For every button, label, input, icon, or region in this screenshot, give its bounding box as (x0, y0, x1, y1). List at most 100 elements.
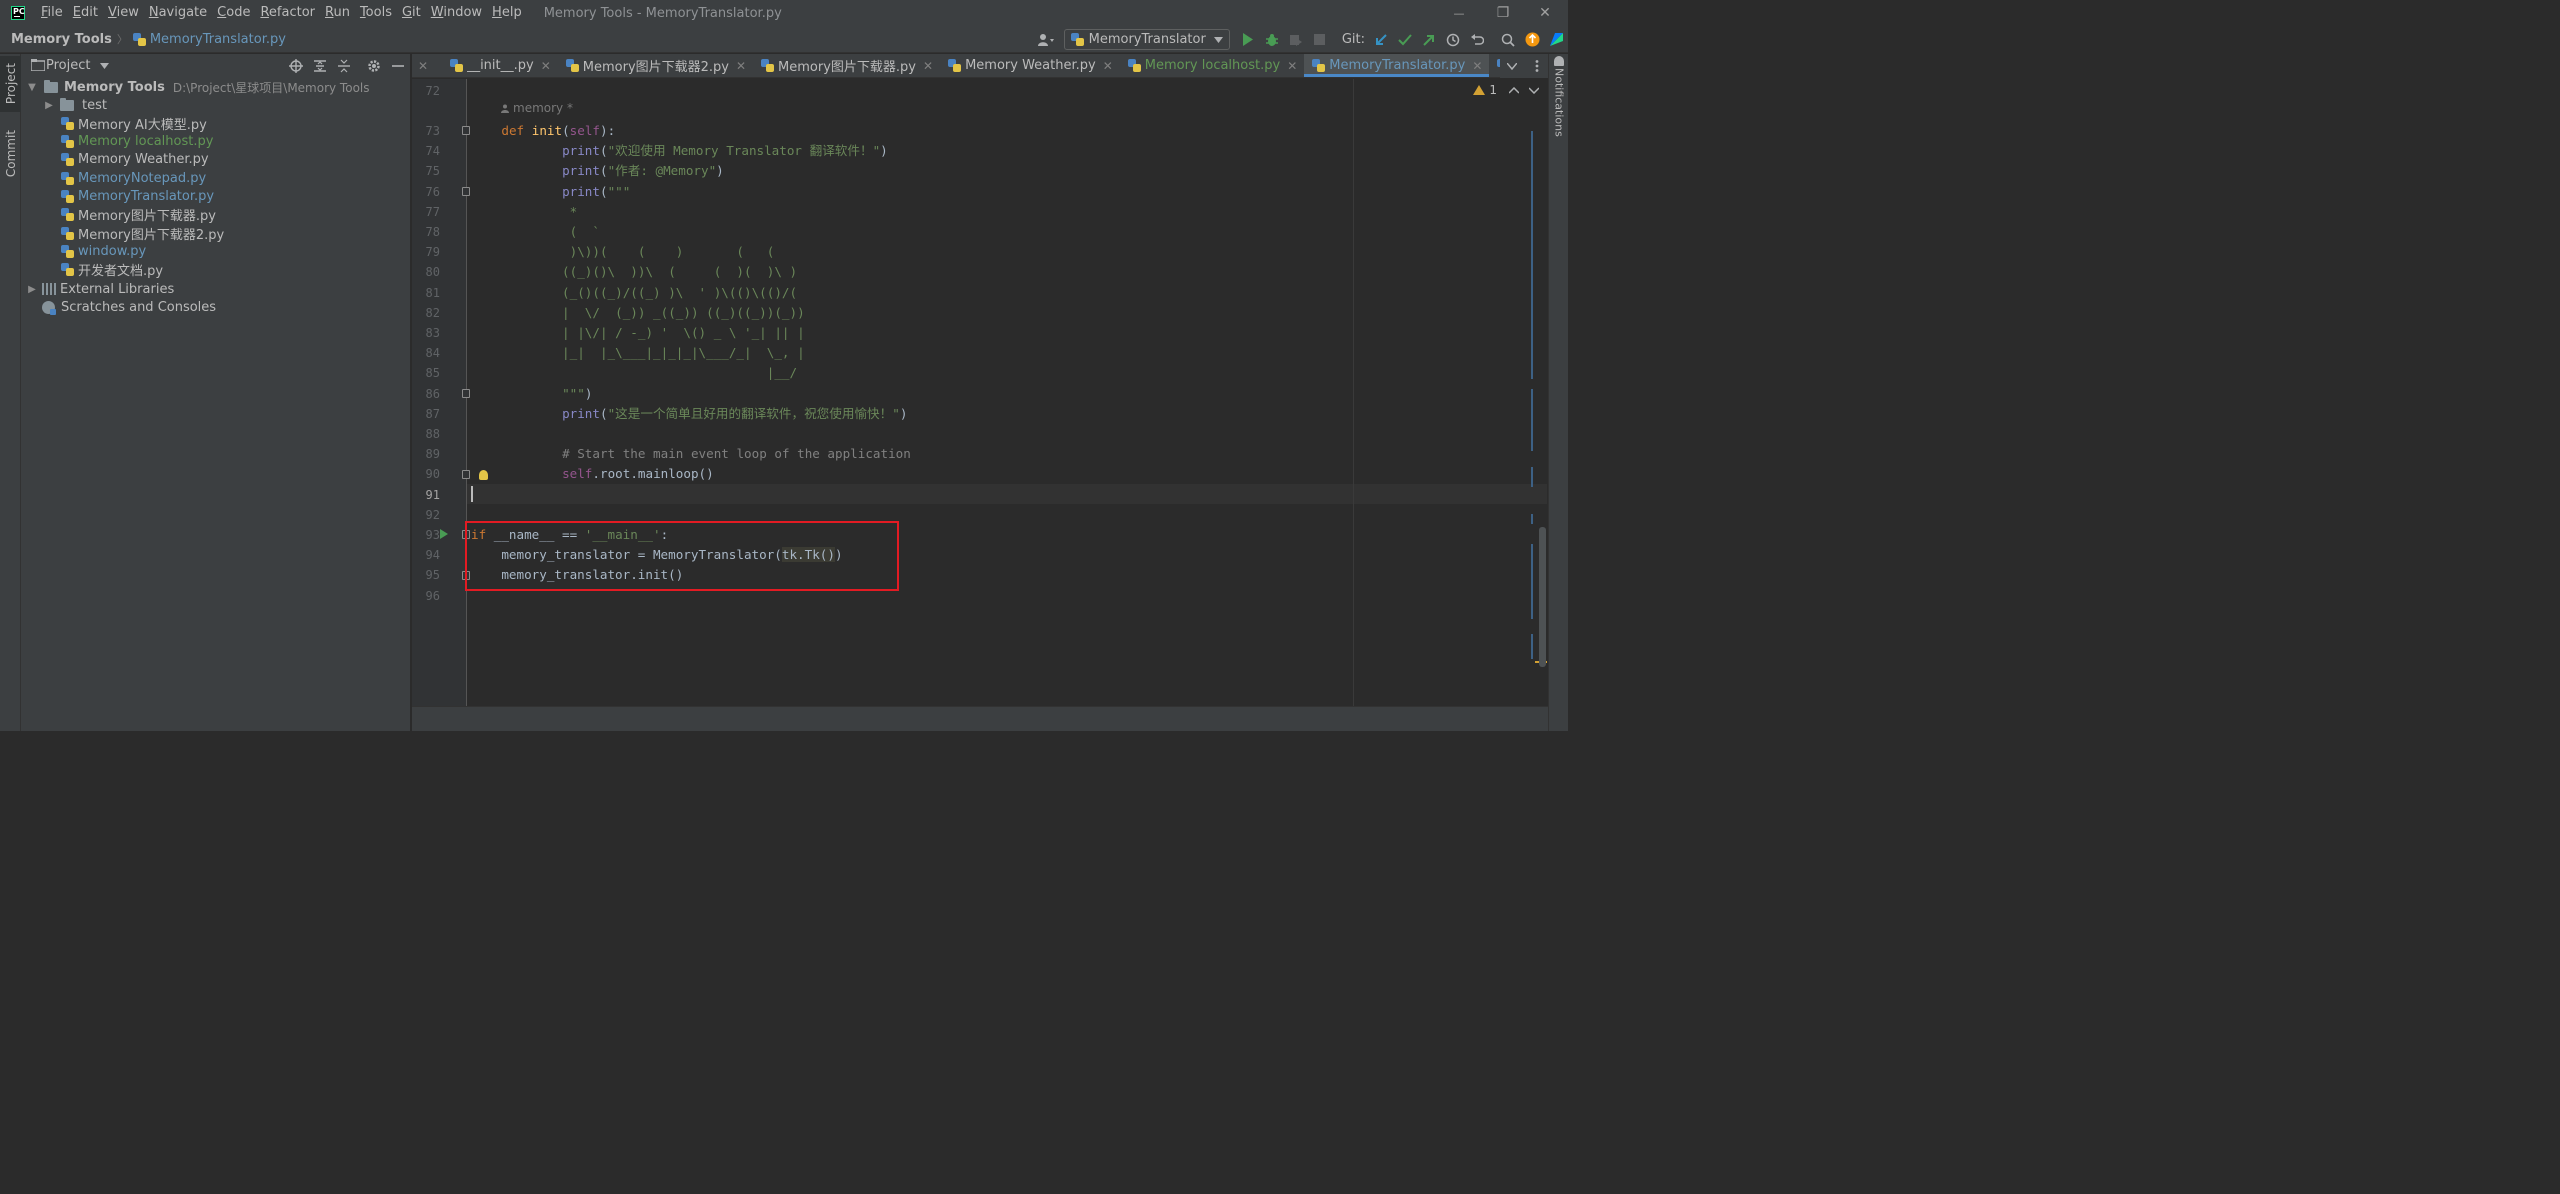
breadcrumb-project[interactable]: Memory Tools (11, 32, 112, 47)
code-line[interactable]: print("作者: @Memory") (501, 161, 724, 181)
line-number[interactable]: 79 (412, 245, 440, 259)
tree-item[interactable]: window.py (61, 242, 146, 260)
restore-button[interactable]: ❐ (1480, 0, 1526, 26)
menu-run[interactable]: Run (321, 0, 354, 26)
line-number[interactable]: 74 (412, 144, 440, 158)
line-number[interactable]: 84 (412, 346, 440, 360)
menu-tools[interactable]: Tools (356, 0, 396, 26)
debug-button[interactable] (1261, 29, 1283, 51)
chevron-right-icon[interactable]: ▶ (26, 284, 38, 295)
vertical-scrollbar[interactable] (1539, 527, 1546, 667)
tree-item[interactable]: MemoryTranslator.py (61, 188, 214, 206)
chevron-down-icon[interactable] (1529, 86, 1539, 94)
hide-panel-button[interactable] (389, 57, 407, 75)
close-icon[interactable]: ✕ (736, 59, 746, 73)
chevron-down-icon[interactable] (100, 63, 109, 69)
line-number[interactable]: 90 (412, 467, 440, 481)
tree-item[interactable]: Memory Weather.py (61, 151, 209, 169)
code-line[interactable]: # Start the main event loop of the appli… (501, 444, 911, 464)
project-panel-title[interactable]: Project (46, 58, 90, 73)
change-marker-stripe[interactable] (1531, 634, 1533, 659)
line-number[interactable]: 82 (412, 306, 440, 320)
tab-overflow-close[interactable]: ✕ (412, 54, 442, 77)
more-vertical-icon[interactable] (1535, 60, 1539, 72)
line-number[interactable]: 81 (412, 286, 440, 300)
close-window-button[interactable]: ✕ (1522, 0, 1568, 26)
editor-tab[interactable]: __init__.py ✕ (442, 54, 558, 77)
menu-window[interactable]: Window (427, 0, 486, 26)
code-editor[interactable]: 72 73 74 75 76 77 78 79 80 81 82 83 84 85 86 87 88 89 90 91… (412, 79, 1547, 706)
code-line[interactable]: |_| |_\___|_|_|_|\___/_| \_, | (501, 343, 805, 363)
code-line[interactable]: | \/ (_)) _((_)) ((_)((_))(_)) (501, 303, 805, 323)
line-number[interactable]: 89 (412, 447, 440, 461)
menu-code[interactable]: Code (213, 0, 254, 26)
expand-all-button[interactable] (311, 57, 329, 75)
change-marker-stripe[interactable] (1531, 389, 1533, 451)
editor-tab[interactable]: Memory localhost.py ✕ (1120, 54, 1305, 77)
plugin-button[interactable] (1545, 29, 1567, 51)
code-line[interactable]: (_()((_)/((_) )\ ' )\(()\(()/( (501, 283, 812, 303)
rollback-button[interactable] (1466, 29, 1488, 51)
author-inlay-hint[interactable]: memory * (501, 101, 573, 115)
locate-file-button[interactable] (287, 57, 305, 75)
tree-scratches-and-consoles[interactable]: Scratches and Consoles (42, 298, 216, 316)
run-gutter-icon[interactable] (440, 529, 448, 539)
close-icon[interactable]: ✕ (541, 59, 551, 73)
menu-navigate[interactable]: Navigate (145, 0, 211, 26)
editor-tab[interactable]: Memory图片下载器2.py ✕ (558, 54, 753, 77)
stop-button[interactable] (1309, 29, 1331, 51)
git-commit-button[interactable] (1394, 29, 1416, 51)
run-with-coverage-button[interactable] (1285, 29, 1307, 51)
code-line[interactable]: )\))( ( ) ( ( (501, 242, 775, 262)
editor-tab[interactable]: Memory图片下载器.py ✕ (753, 54, 940, 77)
code-line[interactable]: |__/ (501, 363, 797, 383)
menu-view[interactable]: View (104, 0, 143, 26)
close-icon[interactable]: ✕ (1287, 59, 1297, 73)
line-number[interactable]: 80 (412, 265, 440, 279)
code-line[interactable]: | |\/| / -_) ' \() _ \ '_| || | (501, 323, 805, 343)
fold-icon[interactable] (462, 126, 470, 135)
code-line[interactable]: print("欢迎使用 Memory Translator 翻译软件！") (501, 141, 888, 161)
tool-tab-commit[interactable]: Commit (0, 126, 21, 182)
bell-icon[interactable] (1554, 56, 1564, 66)
lightbulb-icon[interactable] (479, 470, 488, 480)
code-line[interactable]: print("这是一个简单且好用的翻译软件，祝您使用愉快！") (501, 404, 907, 424)
change-marker-stripe[interactable] (1531, 131, 1533, 379)
tree-item[interactable]: Memory AI大模型.py (61, 114, 207, 133)
line-number[interactable]: 88 (412, 427, 440, 441)
fold-icon[interactable] (462, 187, 470, 196)
line-number[interactable]: 75 (412, 164, 440, 178)
menu-refactor[interactable]: Refactor (256, 0, 319, 26)
fold-icon[interactable] (462, 389, 470, 398)
code-line[interactable]: ( ` (501, 222, 600, 242)
tree-item[interactable]: Memory图片下载器.py (61, 206, 216, 224)
close-icon[interactable]: ✕ (418, 59, 428, 73)
menu-file[interactable]: File (37, 0, 67, 26)
tool-tab-project[interactable]: Project (0, 56, 21, 112)
code-line[interactable]: ((_)()\ ))\ ( ( )( )\ ) (501, 262, 797, 282)
code-line[interactable]: self.root.mainloop() (501, 464, 714, 484)
line-number[interactable]: 86 (412, 387, 440, 401)
tool-tab-notifications[interactable]: Notifications (1549, 68, 1569, 137)
tree-item[interactable]: MemoryNotepad.py (61, 169, 206, 187)
editor-gutter[interactable]: 72 73 74 75 76 77 78 79 80 81 82 83 84 85 86 87 88 89 90 91… (412, 79, 466, 706)
run-button[interactable] (1237, 29, 1259, 51)
git-push-button[interactable] (1418, 29, 1440, 51)
editor-tab[interactable]: MemoryTranslator.py ✕ (1304, 54, 1490, 77)
line-number[interactable]: 72 (412, 84, 440, 98)
menu-edit[interactable]: Edit (69, 0, 102, 26)
tree-item[interactable]: Memory localhost.py (61, 133, 213, 151)
change-marker-stripe[interactable] (1531, 514, 1533, 524)
history-button[interactable] (1442, 29, 1464, 51)
close-icon[interactable]: ✕ (1103, 59, 1113, 73)
line-number[interactable]: 85 (412, 366, 440, 380)
chevron-down-icon[interactable]: ▼ (26, 82, 38, 93)
menu-help[interactable]: Help (488, 0, 526, 26)
minimize-button[interactable]: — (1436, 0, 1482, 26)
user-button[interactable] (1035, 29, 1057, 51)
line-number[interactable]: 95 (412, 568, 440, 582)
line-number[interactable]: 94 (412, 548, 440, 562)
close-icon[interactable]: ✕ (1472, 59, 1482, 73)
menu-git[interactable]: Git (398, 0, 425, 26)
search-everywhere-button[interactable] (1497, 29, 1519, 51)
